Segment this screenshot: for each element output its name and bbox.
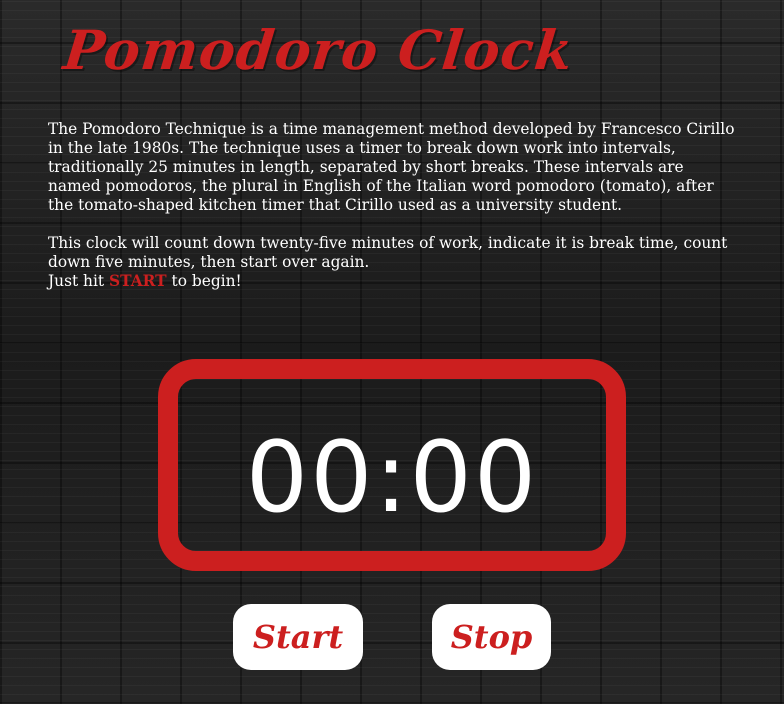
- page-title: Pomodoro Clock: [60, 18, 577, 82]
- intro-text: The Pomodoro Technique is a time managem…: [48, 120, 738, 291]
- cta-suffix: to begin!: [166, 272, 242, 290]
- intro-paragraph-instructions: This clock will count down twenty-five m…: [48, 234, 738, 291]
- intro-paragraph-technique: The Pomodoro Technique is a time managem…: [48, 120, 735, 214]
- instructions-text: This clock will count down twenty-five m…: [48, 234, 728, 271]
- cta-prefix: Just hit: [48, 272, 109, 290]
- clock-frame: 00:00: [158, 359, 626, 571]
- stop-button[interactable]: Stop: [432, 604, 551, 670]
- start-button[interactable]: Start: [233, 604, 363, 670]
- timer-display: 00:00: [245, 421, 539, 535]
- cta-start-keyword: START: [108, 272, 167, 290]
